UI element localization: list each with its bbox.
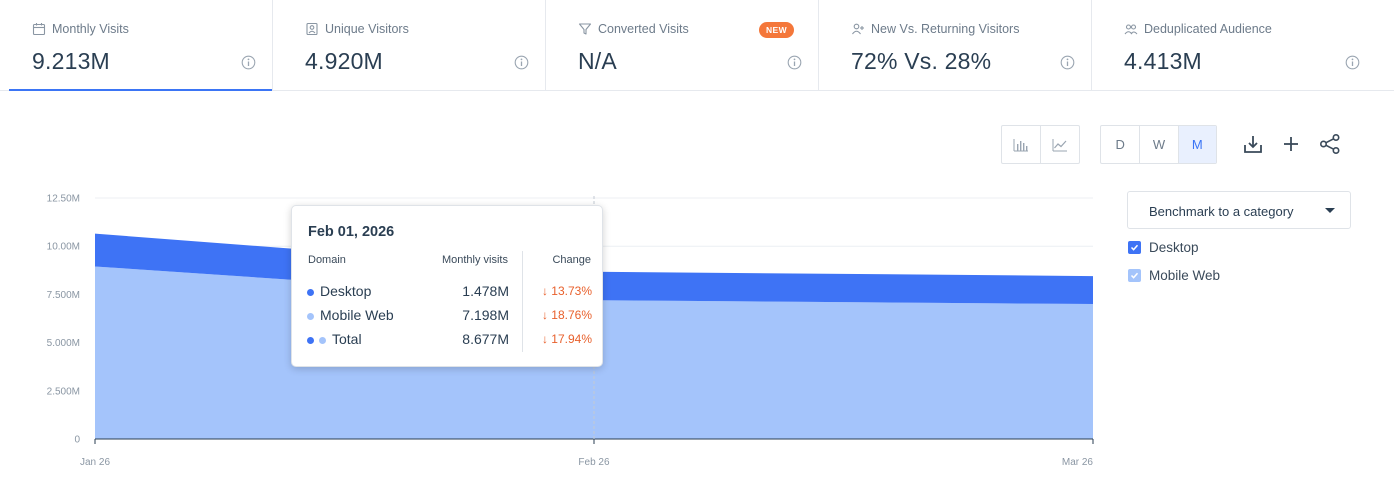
y-tick-label: 2.500M bbox=[47, 386, 80, 397]
person-card-icon bbox=[306, 22, 318, 36]
metric-value: 9.213M bbox=[32, 48, 110, 74]
desktop-dot-icon bbox=[307, 337, 314, 344]
arrow-down-icon: ↓ bbox=[541, 284, 552, 298]
chart-type-toggle bbox=[1001, 125, 1080, 164]
metric-label: Converted Visits bbox=[598, 22, 689, 36]
granularity-weekly-button[interactable]: W bbox=[1139, 126, 1177, 163]
y-tick-label: 12.50M bbox=[47, 194, 80, 205]
x-tick-label: Feb 26 bbox=[578, 457, 610, 468]
metric-label: Unique Visitors bbox=[325, 22, 409, 36]
info-icon[interactable] bbox=[1345, 55, 1360, 70]
y-tick-label: 10.00M bbox=[47, 242, 80, 253]
metric-tab-monthly-visits[interactable]: Monthly Visits 9.213M bbox=[0, 0, 273, 91]
arrow-down-icon: ↓ bbox=[541, 332, 552, 346]
chart-tooltip: Feb 01, 2026 Domain Monthly visits Chang… bbox=[291, 205, 603, 367]
y-tick-label: 5.000M bbox=[47, 338, 80, 349]
metric-value: N/A bbox=[578, 48, 617, 74]
legend-item-desktop[interactable]: Desktop bbox=[1128, 240, 1199, 255]
share-icon bbox=[1319, 133, 1340, 155]
people-icon bbox=[1124, 24, 1138, 35]
metric-tab-unique-visitors[interactable]: Unique Visitors 4.920M bbox=[273, 0, 546, 90]
checkbox-checked-icon[interactable] bbox=[1128, 241, 1141, 254]
info-icon[interactable] bbox=[787, 55, 802, 70]
metric-label: Monthly Visits bbox=[52, 22, 129, 36]
tooltip-date: Feb 01, 2026 bbox=[308, 224, 395, 240]
tooltip-row-mobile-web: Mobile Web 7.198M ↓ 18.76% bbox=[307, 307, 592, 325]
funnel-icon bbox=[578, 23, 592, 35]
bar-chart-icon bbox=[1013, 138, 1028, 151]
checkbox-checked-icon[interactable] bbox=[1128, 269, 1141, 282]
metric-label: New Vs. Returning Visitors bbox=[871, 22, 1020, 36]
download-button[interactable] bbox=[1242, 133, 1264, 155]
y-tick-label: 0 bbox=[74, 435, 80, 446]
granularity-daily-button[interactable]: D bbox=[1101, 126, 1139, 163]
granularity-toggle: D W M bbox=[1100, 125, 1217, 164]
benchmark-label: Benchmark to a category bbox=[1149, 204, 1294, 219]
caret-down-icon bbox=[1325, 208, 1335, 213]
y-tick-label: 7.500M bbox=[47, 290, 80, 301]
tooltip-header-visits: Monthly visits bbox=[441, 254, 508, 266]
metrics-bar: Monthly Visits 9.213M Unique Visitors 4.… bbox=[0, 0, 1394, 91]
share-button[interactable] bbox=[1319, 133, 1341, 155]
new-badge: NEW bbox=[758, 22, 794, 38]
line-chart-icon bbox=[1052, 138, 1067, 151]
granularity-monthly-button[interactable]: M bbox=[1177, 126, 1217, 163]
calendar-icon bbox=[32, 23, 46, 36]
legend-item-mobile-web[interactable]: Mobile Web bbox=[1128, 268, 1220, 283]
tooltip-header-change: Change bbox=[552, 254, 591, 266]
person-plus-icon bbox=[852, 23, 864, 35]
plus-icon bbox=[1284, 137, 1298, 151]
tooltip-row-total: Total 8.677M ↓ 17.94% bbox=[307, 331, 592, 349]
add-button[interactable] bbox=[1280, 133, 1302, 155]
metric-value: 72% Vs. 28% bbox=[851, 48, 992, 74]
metric-tab-new-vs-returning[interactable]: New Vs. Returning Visitors 72% Vs. 28% bbox=[819, 0, 1092, 90]
info-icon[interactable] bbox=[514, 55, 529, 70]
mobile-web-dot-icon bbox=[307, 313, 314, 320]
legend-label: Desktop bbox=[1149, 240, 1199, 255]
arrow-down-icon: ↓ bbox=[541, 308, 552, 322]
line-chart-button[interactable] bbox=[1041, 126, 1080, 163]
benchmark-dropdown[interactable]: Benchmark to a category bbox=[1127, 191, 1351, 229]
desktop-dot-icon bbox=[307, 289, 314, 296]
bar-chart-button[interactable] bbox=[1002, 126, 1041, 163]
metric-tab-converted-visits[interactable]: Converted Visits NEW N/A bbox=[546, 0, 819, 90]
metric-value: 4.920M bbox=[305, 48, 383, 74]
metric-label: Deduplicated Audience bbox=[1144, 22, 1272, 36]
legend-label: Mobile Web bbox=[1149, 268, 1221, 283]
tooltip-row-desktop: Desktop 1.478M ↓ 13.73% bbox=[307, 283, 592, 301]
x-tick-label: Jan 26 bbox=[80, 457, 110, 468]
tooltip-header-domain: Domain bbox=[308, 254, 346, 266]
mobile-web-dot-icon bbox=[319, 337, 326, 344]
info-icon[interactable] bbox=[241, 55, 256, 70]
x-tick-label: Mar 26 bbox=[1062, 457, 1094, 468]
info-icon[interactable] bbox=[1060, 55, 1075, 70]
download-icon bbox=[1244, 136, 1262, 153]
metric-tab-deduplicated-audience[interactable]: Deduplicated Audience 4.413M bbox=[1092, 0, 1394, 90]
